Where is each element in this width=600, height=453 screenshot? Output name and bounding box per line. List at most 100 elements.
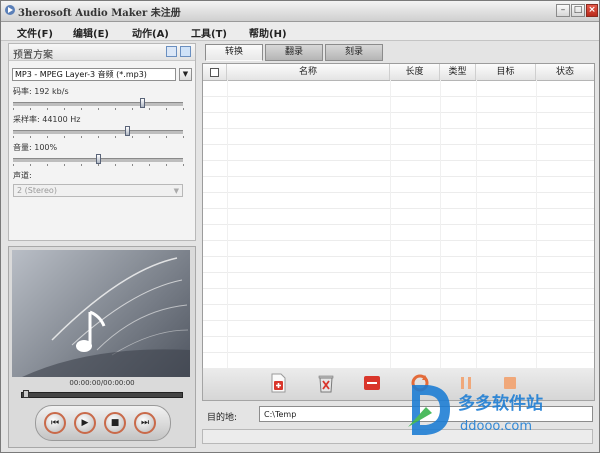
column-type[interactable]: 类型 [440,64,476,80]
samplerate-ticks [13,136,184,139]
channel-value: 2 (Stereo) [17,186,57,195]
maximize-button[interactable]: □ [571,4,585,17]
menu-help[interactable]: 帮助(H) [249,25,287,40]
tick-mark [47,136,48,138]
seek-thumb[interactable] [23,390,29,398]
tick-mark [149,108,150,110]
maximize-icon: □ [573,5,583,15]
music-note-artwork [22,257,190,377]
stop-button[interactable]: ■ [104,412,126,434]
previous-button[interactable]: ⏮ [44,412,66,434]
column-status[interactable]: 状态 [536,64,594,80]
chevron-down-icon: ▼ [182,70,189,78]
select-all-checkbox[interactable] [210,68,219,77]
tab-burn[interactable]: 刻录 [325,44,383,61]
samplerate-slider-thumb[interactable] [125,126,130,136]
stop-icon: ■ [110,418,120,428]
tick-mark [64,164,65,166]
tick-mark [132,164,133,166]
refresh-icon[interactable] [180,46,191,57]
playback-time: 00:00:00/00:00:00 [69,379,135,387]
tick-mark [149,136,150,138]
watermark-logo [408,385,450,435]
player-panel: 00:00:00/00:00:00 ⏮ ▶ ■ ⏭ [8,246,196,448]
tick-mark [13,108,14,110]
tab-convert[interactable]: 转换 [205,44,263,61]
column-length[interactable]: 长度 [390,64,440,80]
menu-action[interactable]: 动作(A) [132,25,169,40]
volume-ticks [13,164,184,167]
tick-mark [13,164,14,166]
watermark: 多多软件站 ddooo.com [406,377,591,447]
format-dropdown-button[interactable]: ▼ [179,68,192,81]
column-name[interactable]: 名称 [227,64,390,80]
tick-mark [47,108,48,110]
tick-mark [81,136,82,138]
menu-bar: 文件(F) 编辑(E) 动作(A) 工具(T) 帮助(H) [1,22,599,41]
menu-tools[interactable]: 工具(T) [191,25,227,40]
file-list-header: 名称 长度 类型 目标 状态 [203,64,594,81]
tick-mark [149,164,150,166]
tick-mark [183,136,184,138]
grid-column-line [227,80,228,368]
volume-slider-thumb[interactable] [96,154,101,164]
skip-forward-icon: ⏭ [140,418,150,428]
tick-mark [183,164,184,166]
list-view-icon[interactable] [166,46,177,57]
tick-mark [115,136,116,138]
window-title: 3herosoft Audio Maker 未注册 [18,8,181,19]
settings-title: 预置方案 [13,50,53,61]
file-list[interactable]: 名称 长度 类型 目标 状态 [202,63,595,369]
bitrate-slider-thumb[interactable] [140,98,145,108]
tick-mark [166,136,167,138]
app-window: 3herosoft Audio Maker 未注册 – □ × 文件(F) 编辑… [0,0,600,453]
preview-artwork [12,250,190,377]
app-icon [5,5,15,15]
settings-header: 预置方案 [9,44,195,61]
tick-mark [81,164,82,166]
channel-select[interactable]: 2 (Stereo) ▼ [13,184,183,197]
bitrate-ticks [13,108,184,111]
close-button[interactable]: × [586,4,598,17]
grid-column-line [390,80,391,368]
samplerate-label: 采样率: 44100 Hz [13,115,81,124]
minimize-button[interactable]: – [556,4,570,17]
add-file-icon[interactable] [268,373,288,393]
volume-slider[interactable] [13,154,183,164]
watermark-url: ddooo.com [460,419,533,434]
tick-mark [81,108,82,110]
menu-file[interactable]: 文件(F) [17,25,53,40]
grid-column-line [536,80,537,368]
tick-mark [132,136,133,138]
samplerate-slider[interactable] [13,126,183,136]
menu-edit[interactable]: 编辑(E) [73,25,109,40]
mode-tabs: 转换 翻录 刻录 [202,43,593,63]
bitrate-slider[interactable] [13,98,183,108]
chevron-down-icon: ▼ [173,187,179,195]
delete-icon[interactable] [316,373,336,393]
tick-mark [98,164,99,166]
watermark-title: 多多软件站 [458,394,543,414]
select-all-column [203,64,227,80]
bitrate-label: 码率: 192 kb/s [13,87,69,96]
play-button[interactable]: ▶ [74,412,96,434]
tick-mark [115,108,116,110]
grid-column-line [476,80,477,368]
tick-mark [30,164,31,166]
remove-icon[interactable] [362,373,382,393]
column-target[interactable]: 目标 [476,64,536,80]
grid-column-line [440,80,441,368]
skip-back-icon: ⏮ [50,418,60,428]
tick-mark [13,136,14,138]
title-bar: 3herosoft Audio Maker 未注册 – □ × [1,1,599,22]
format-select[interactable]: MP3 - MPEG Layer-3 音频 (*.mp3) [12,68,176,81]
seek-bar[interactable] [21,390,183,398]
tick-mark [98,136,99,138]
tick-mark [64,108,65,110]
close-icon: × [588,5,596,15]
next-button[interactable]: ⏭ [134,412,156,434]
player-controls: ⏮ ▶ ■ ⏭ [35,405,171,441]
tick-mark [30,108,31,110]
tab-rip[interactable]: 翻录 [265,44,323,61]
tick-mark [98,108,99,110]
